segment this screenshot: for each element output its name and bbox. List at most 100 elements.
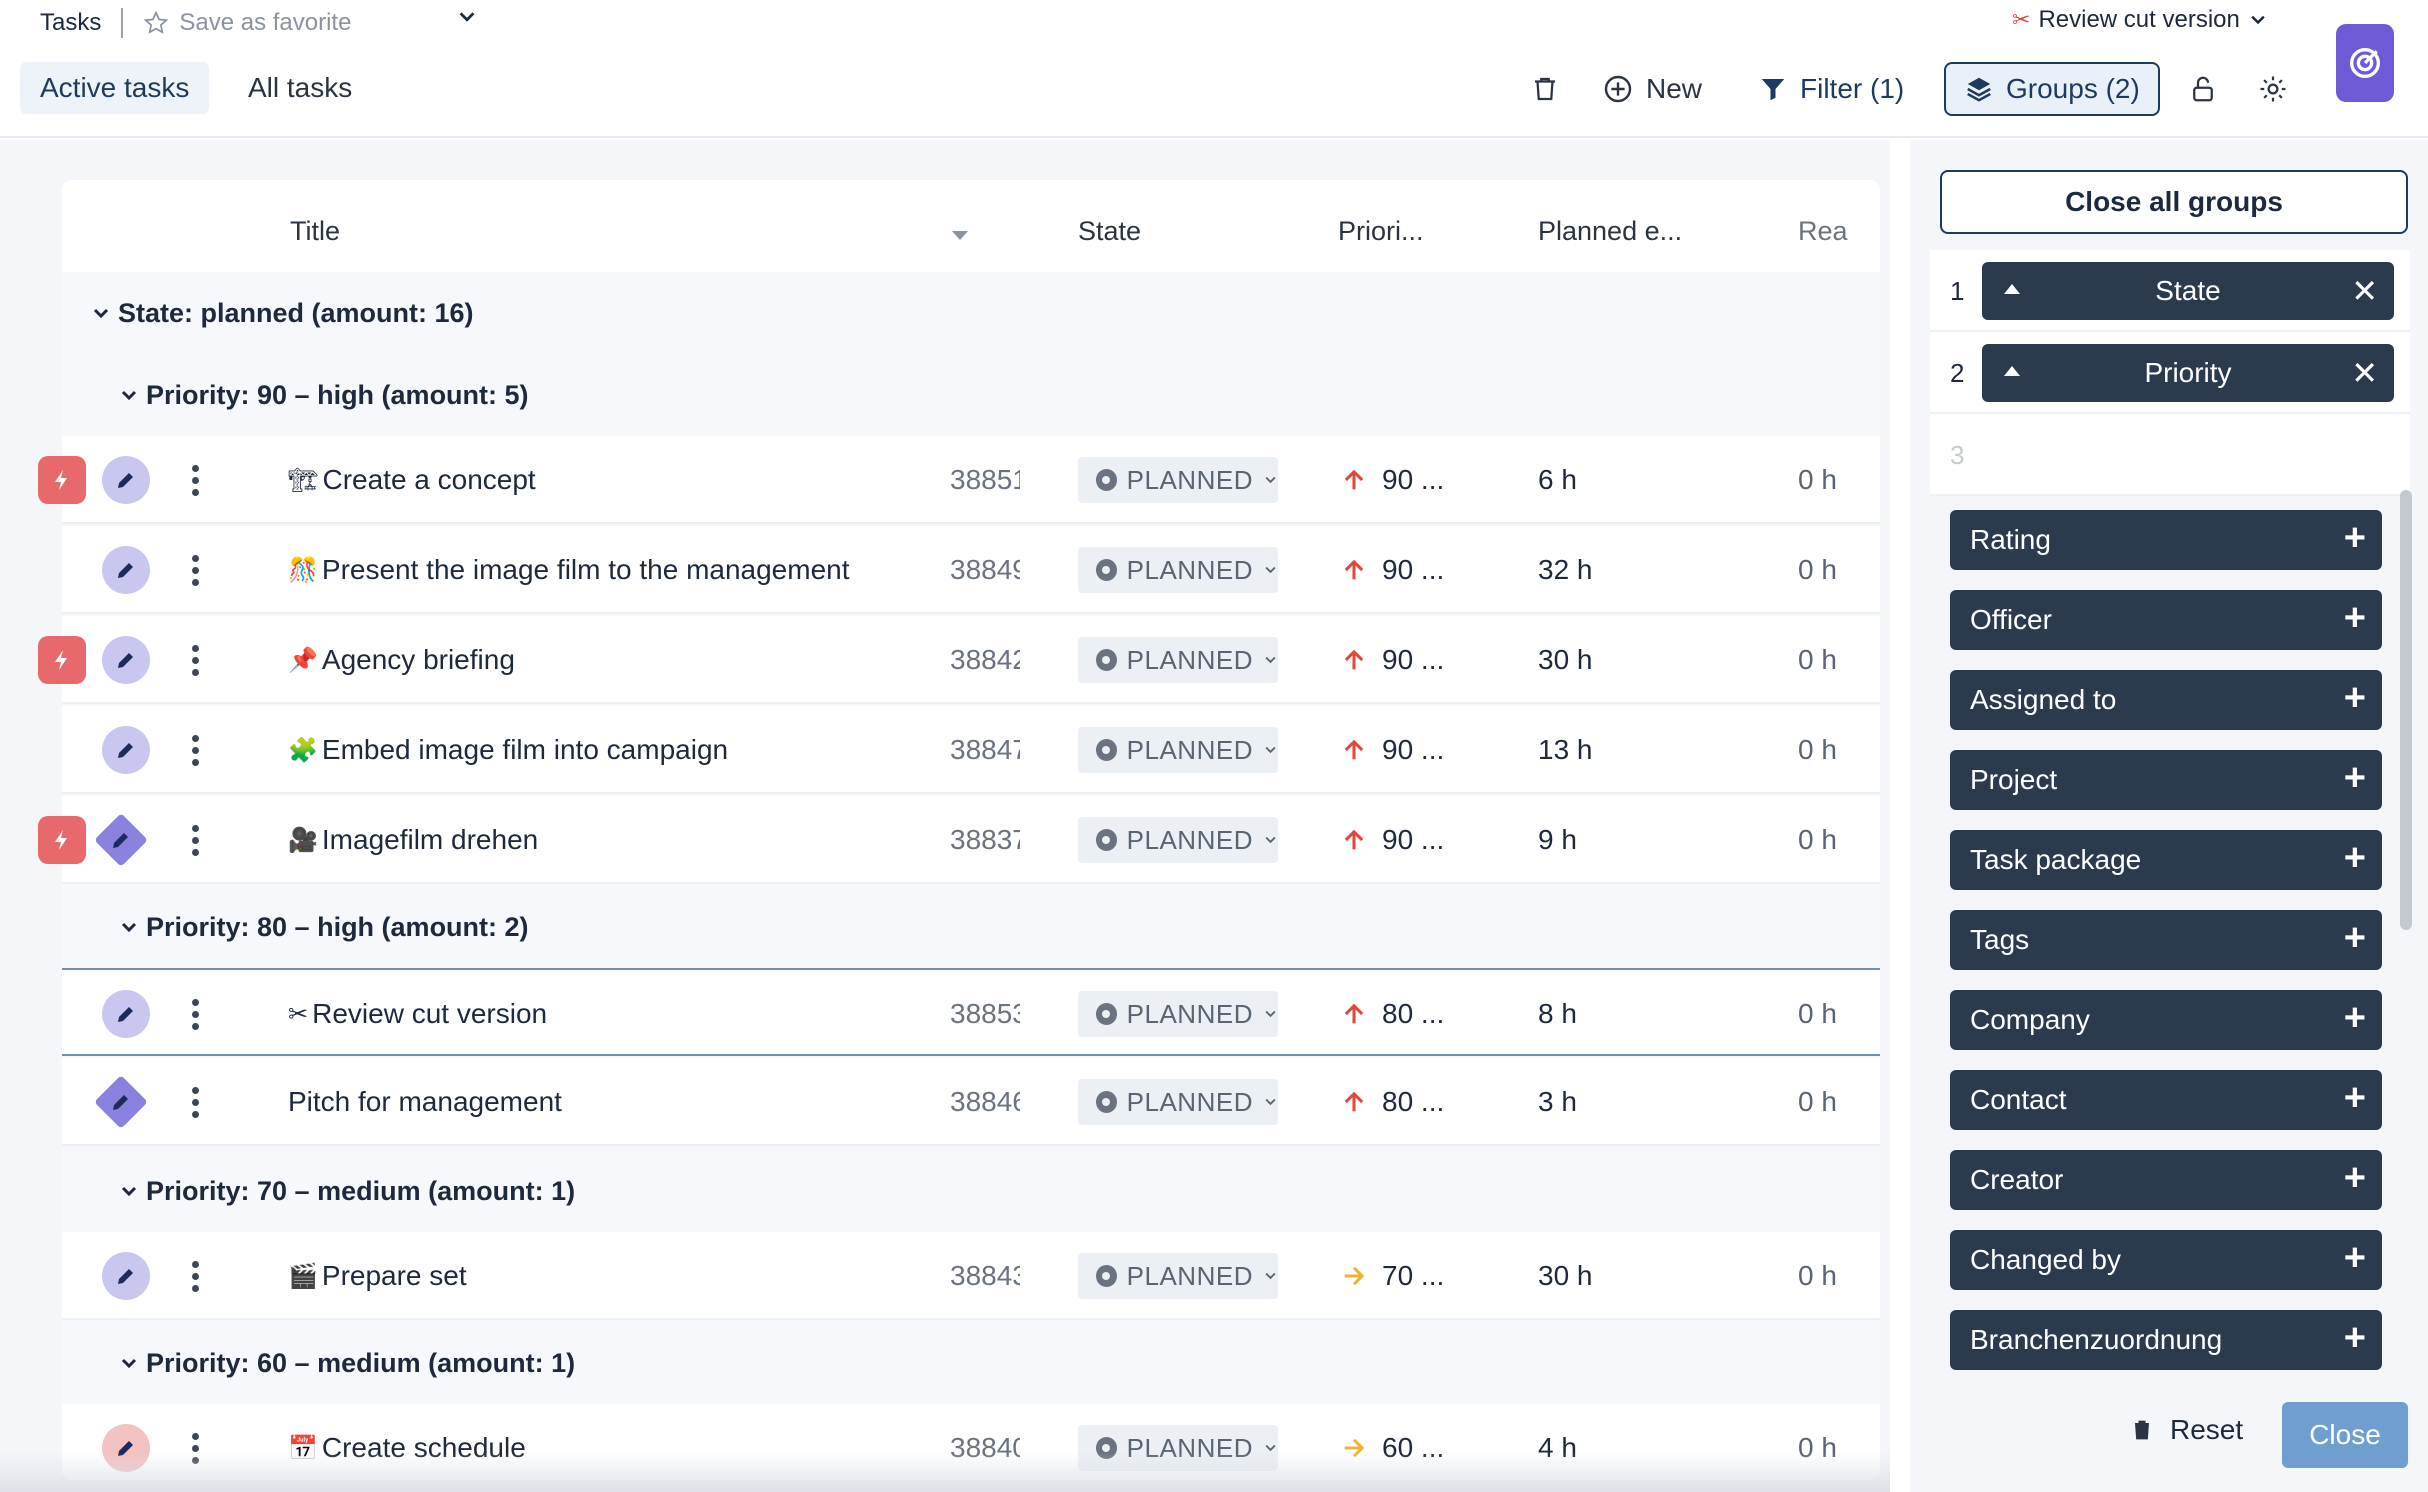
edit-button[interactable] — [102, 456, 150, 504]
kebab-icon[interactable] — [192, 998, 200, 1030]
filter-icon — [1761, 79, 1785, 101]
filter-button[interactable]: Filter (1) — [1758, 62, 1904, 116]
edit-button[interactable] — [94, 813, 148, 867]
state-dropdown[interactable]: PLANNED — [1078, 727, 1278, 773]
flash-icon[interactable] — [38, 816, 86, 864]
chevron-down-icon — [1265, 1098, 1276, 1106]
state-dropdown[interactable]: PLANNED — [1078, 637, 1278, 683]
add-group-contact[interactable]: Contact + — [1950, 1070, 2382, 1130]
save-favorite-button[interactable]: Save as favorite — [143, 9, 351, 37]
state-dropdown[interactable]: PLANNED — [1078, 547, 1278, 593]
sort-asc-icon[interactable] — [2004, 366, 2020, 376]
new-button[interactable]: New — [1602, 62, 1702, 116]
state-dropdown[interactable]: PLANNED — [1078, 991, 1278, 1037]
kebab-icon[interactable] — [192, 734, 200, 766]
task-title[interactable]: Create a concept — [322, 464, 535, 496]
groups-button[interactable]: Groups (2) — [1944, 62, 2160, 116]
tab-all-tasks[interactable]: All tasks — [228, 62, 372, 114]
table-row[interactable]: 🎬Prepare set 38843 PLANNED 70 ... 30 h 0 h — [62, 1232, 1880, 1320]
edit-button[interactable] — [102, 990, 150, 1038]
state-dropdown[interactable]: PLANNED — [1078, 457, 1278, 503]
plus-icon: + — [2343, 1077, 2366, 1119]
close-icon[interactable]: ✕ — [2351, 272, 2378, 310]
chevron-down-icon — [1265, 566, 1276, 574]
sort-asc-icon[interactable] — [2004, 284, 2020, 294]
kebab-icon[interactable] — [192, 1260, 200, 1292]
settings-button[interactable] — [2258, 62, 2288, 116]
table-row[interactable]: 🧩Embed image film into campaign 38847 PLAN… — [62, 706, 1880, 794]
group-header-priority-70[interactable]: Priority: 70 – medium (amount: 1) — [62, 1150, 1880, 1232]
flash-icon[interactable] — [38, 636, 86, 684]
edit-button[interactable] — [94, 1075, 148, 1129]
group-header-priority-60[interactable]: Priority: 60 – medium (amount: 1) — [62, 1322, 1880, 1404]
add-group-officer[interactable]: Officer + — [1950, 590, 2382, 650]
task-id: 38853 — [950, 998, 1020, 1029]
group-header-priority-80[interactable]: Priority: 80 – high (amount: 2) — [62, 886, 1880, 968]
group-chip-priority[interactable]: Priority ✕ — [1982, 344, 2394, 402]
kebab-icon[interactable] — [192, 644, 200, 676]
add-group-assigned-to[interactable]: Assigned to + — [1950, 670, 2382, 730]
table-row[interactable]: 🎊 Present the image film to the managemen… — [62, 526, 1880, 614]
tab-active-tasks[interactable]: Active tasks — [20, 62, 210, 114]
table-row[interactable]: ✂Review cut version 38853 PLANNED 80 ... 8 h… — [62, 968, 1880, 1056]
add-group-company[interactable]: Company + — [1950, 990, 2382, 1050]
kebab-icon[interactable] — [192, 464, 200, 496]
add-group-branchenzuordnung[interactable]: Branchenzuordnung + — [1950, 1310, 2382, 1370]
app-launcher-button[interactable] — [2336, 24, 2394, 102]
column-title[interactable]: Title — [290, 216, 340, 247]
task-title[interactable]: Present the image film to the management — [322, 554, 850, 586]
reset-button[interactable]: Reset — [2128, 1414, 2243, 1446]
kebab-icon[interactable] — [192, 1086, 200, 1118]
state-dropdown[interactable]: PLANNED — [1078, 1079, 1278, 1125]
favorites-dropdown-toggle[interactable] — [456, 6, 478, 35]
add-group-creator[interactable]: Creator + — [1950, 1150, 2382, 1210]
add-group-project[interactable]: Project + — [1950, 750, 2382, 810]
add-group-rating[interactable]: Rating + — [1950, 510, 2382, 570]
state-dropdown[interactable]: PLANNED — [1078, 1253, 1278, 1299]
table-row[interactable]: 📌Agency briefing 38842 PLANNED 90 ... 30 h 0 … — [62, 616, 1880, 704]
group-header-priority-90[interactable]: Priority: 90 – high (amount: 5) — [62, 354, 1880, 436]
kebab-icon[interactable] — [192, 554, 200, 586]
add-group-tags[interactable]: Tags + — [1950, 910, 2382, 970]
table-row[interactable]: Pitch for management 38846 PLANNED 80 ... 3 … — [62, 1058, 1880, 1146]
table-row[interactable]: 🏗Create a concept 38851 PLANNED 90 ... 6 h 0 … — [62, 436, 1880, 524]
kebab-icon[interactable] — [192, 824, 200, 856]
task-id: 38847 — [950, 734, 1020, 765]
edit-button[interactable] — [102, 1252, 150, 1300]
edit-button[interactable] — [102, 726, 150, 774]
add-group-changed-by[interactable]: Changed by + — [1950, 1230, 2382, 1290]
sort-icon[interactable] — [950, 220, 970, 251]
column-priority[interactable]: Priori... — [1338, 216, 1424, 247]
close-icon[interactable]: ✕ — [2351, 354, 2378, 392]
edit-button[interactable] — [102, 546, 150, 594]
lock-button[interactable] — [2188, 62, 2218, 116]
task-title[interactable]: Agency briefing — [322, 644, 515, 676]
breadcrumb: Tasks Save as favorite — [40, 8, 351, 38]
delete-button[interactable] — [1530, 62, 1560, 116]
chevron-down-icon — [121, 1186, 137, 1197]
plus-icon: + — [2343, 1237, 2366, 1279]
group-header-state[interactable]: State: planned (amount: 16) — [62, 272, 1880, 354]
task-title[interactable]: Review cut version — [312, 998, 547, 1030]
add-group-task-package[interactable]: Task package + — [1950, 830, 2382, 890]
close-button[interactable]: Close — [2282, 1402, 2408, 1468]
breadcrumb-tasks[interactable]: Tasks — [40, 9, 101, 37]
scrollbar[interactable] — [2400, 490, 2412, 930]
flash-icon[interactable] — [38, 456, 86, 504]
group-slot-3[interactable]: 3 — [1930, 414, 2410, 496]
task-title[interactable]: Embed image film into campaign — [322, 734, 728, 766]
task-title[interactable]: Prepare set — [322, 1260, 467, 1292]
task-title[interactable]: Pitch for management — [288, 1086, 562, 1118]
task-title[interactable]: Imagefilm drehen — [322, 824, 538, 856]
review-selector[interactable]: ✂ Review cut version — [2012, 6, 2268, 34]
close-all-groups-button[interactable]: Close all groups — [1940, 170, 2408, 234]
edit-button[interactable] — [102, 636, 150, 684]
table-row[interactable]: 🎥Imagefilm drehen 38837 PLANNED 90 ... 9 h 0 … — [62, 796, 1880, 884]
column-planned-effort[interactable]: Planned e... — [1538, 216, 1682, 247]
group-chip-state[interactable]: State ✕ — [1982, 262, 2394, 320]
state-dropdown[interactable]: PLANNED — [1078, 817, 1278, 863]
column-state[interactable]: State — [1078, 216, 1141, 247]
real-effort: 0 h — [1798, 464, 1837, 495]
group-option-label: Task package — [1970, 844, 2142, 875]
column-real-effort[interactable]: Rea — [1798, 216, 1848, 247]
